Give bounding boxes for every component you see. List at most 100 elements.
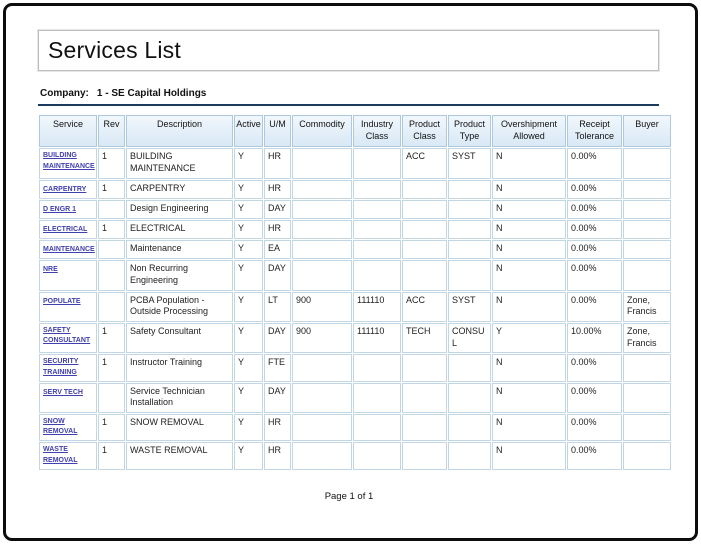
cell-product_type bbox=[448, 383, 491, 413]
service-link[interactable]: SNOW REMOVAL bbox=[43, 417, 93, 437]
report-page: Services List Company:1 - SE Capital Hol… bbox=[0, 0, 701, 544]
cell-service: BUILDING MAINTENANCE bbox=[39, 148, 97, 178]
cell-industry_class bbox=[353, 383, 401, 413]
cell-service: MAINTENANCE bbox=[39, 240, 97, 259]
report-title-box: Services List bbox=[38, 30, 659, 71]
cell-service: CARPENTRY bbox=[39, 180, 97, 199]
service-link[interactable]: WASTE REMOVAL bbox=[43, 445, 93, 465]
cell-product_class bbox=[402, 354, 447, 381]
service-link[interactable]: NRE bbox=[43, 265, 58, 275]
service-link[interactable]: SERV TECH bbox=[43, 388, 83, 398]
cell-active: Y bbox=[234, 354, 263, 381]
column-header-industry_class: Industry Class bbox=[353, 115, 401, 147]
cell-rev: 1 bbox=[98, 414, 125, 441]
cell-product_type bbox=[448, 414, 491, 441]
cell-service: NRE bbox=[39, 260, 97, 290]
table-row: MAINTENANCEMaintenanceYEAN0.00% bbox=[39, 240, 671, 259]
table-row: CARPENTRY1CARPENTRYYHRN0.00% bbox=[39, 180, 671, 199]
cell-receipt_tolerance: 0.00% bbox=[567, 383, 622, 413]
cell-product_class bbox=[402, 442, 447, 469]
cell-description: WASTE REMOVAL bbox=[126, 442, 233, 469]
service-link[interactable]: SAFETY CONSULTANT bbox=[43, 326, 93, 346]
cell-product_class: ACC bbox=[402, 292, 447, 322]
cell-product_class bbox=[402, 220, 447, 239]
service-link[interactable]: POPULATE bbox=[43, 297, 81, 307]
cell-product_class: ACC bbox=[402, 148, 447, 178]
table-row: WASTE REMOVAL1WASTE REMOVALYHRN0.00% bbox=[39, 442, 671, 469]
cell-product_type: SYST bbox=[448, 148, 491, 178]
cell-commodity bbox=[292, 200, 352, 219]
cell-rev bbox=[98, 292, 125, 322]
company-value: 1 - SE Capital Holdings bbox=[97, 88, 206, 99]
cell-product_type bbox=[448, 240, 491, 259]
cell-description: Safety Consultant bbox=[126, 323, 233, 353]
cell-commodity bbox=[292, 383, 352, 413]
service-link[interactable]: SECURITY TRAINING bbox=[43, 357, 93, 377]
cell-product_type bbox=[448, 354, 491, 381]
cell-description: Service Technician Installation bbox=[126, 383, 233, 413]
cell-buyer bbox=[623, 240, 671, 259]
cell-commodity bbox=[292, 442, 352, 469]
cell-product_class: TECH bbox=[402, 323, 447, 353]
cell-active: Y bbox=[234, 148, 263, 178]
services-table: ServiceRevDescriptionActiveU/MCommodityI… bbox=[38, 114, 672, 471]
table-row: BUILDING MAINTENANCE1BUILDING MAINTENANC… bbox=[39, 148, 671, 178]
cell-rev: 1 bbox=[98, 220, 125, 239]
cell-product_type bbox=[448, 260, 491, 290]
cell-rev: 1 bbox=[98, 323, 125, 353]
cell-product_class bbox=[402, 383, 447, 413]
cell-service: WASTE REMOVAL bbox=[39, 442, 97, 469]
service-link[interactable]: BUILDING MAINTENANCE bbox=[43, 151, 95, 171]
cell-um: LT bbox=[264, 292, 291, 322]
page-footer: Page 1 of 1 bbox=[38, 491, 660, 502]
cell-overshipment_allowed: N bbox=[492, 148, 566, 178]
cell-product_type bbox=[448, 180, 491, 199]
cell-description: CARPENTRY bbox=[126, 180, 233, 199]
cell-overshipment_allowed: Y bbox=[492, 323, 566, 353]
cell-buyer bbox=[623, 383, 671, 413]
cell-buyer: Zone, Francis bbox=[623, 323, 671, 353]
cell-service: POPULATE bbox=[39, 292, 97, 322]
cell-product_class bbox=[402, 414, 447, 441]
cell-description: Maintenance bbox=[126, 240, 233, 259]
cell-buyer bbox=[623, 180, 671, 199]
cell-buyer bbox=[623, 148, 671, 178]
cell-product_class bbox=[402, 240, 447, 259]
service-link[interactable]: D ENGR 1 bbox=[43, 205, 76, 215]
cell-receipt_tolerance: 0.00% bbox=[567, 442, 622, 469]
cell-um: DAY bbox=[264, 323, 291, 353]
table-row: SNOW REMOVAL1SNOW REMOVALYHRN0.00% bbox=[39, 414, 671, 441]
cell-receipt_tolerance: 0.00% bbox=[567, 200, 622, 219]
cell-service: SERV TECH bbox=[39, 383, 97, 413]
cell-rev bbox=[98, 383, 125, 413]
cell-overshipment_allowed: N bbox=[492, 260, 566, 290]
cell-active: Y bbox=[234, 180, 263, 199]
column-header-product_type: Product Type bbox=[448, 115, 491, 147]
cell-commodity: 900 bbox=[292, 292, 352, 322]
service-link[interactable]: ELECTRICAL bbox=[43, 225, 87, 235]
page-title: Services List bbox=[39, 37, 181, 64]
cell-um: HR bbox=[264, 148, 291, 178]
service-link[interactable]: MAINTENANCE bbox=[43, 245, 95, 255]
table-row: D ENGR 1Design EngineeringYDAYN0.00% bbox=[39, 200, 671, 219]
cell-description: Instructor Training bbox=[126, 354, 233, 381]
cell-product_class bbox=[402, 260, 447, 290]
cell-product_type bbox=[448, 442, 491, 469]
cell-buyer bbox=[623, 200, 671, 219]
company-header: Company:1 - SE Capital Holdings bbox=[38, 88, 659, 106]
cell-description: Design Engineering bbox=[126, 200, 233, 219]
cell-industry_class bbox=[353, 260, 401, 290]
cell-industry_class bbox=[353, 220, 401, 239]
cell-active: Y bbox=[234, 292, 263, 322]
cell-um: DAY bbox=[264, 383, 291, 413]
cell-overshipment_allowed: N bbox=[492, 200, 566, 219]
cell-product_type bbox=[448, 220, 491, 239]
cell-um: DAY bbox=[264, 260, 291, 290]
cell-active: Y bbox=[234, 220, 263, 239]
service-link[interactable]: CARPENTRY bbox=[43, 185, 86, 195]
cell-active: Y bbox=[234, 200, 263, 219]
cell-service: SAFETY CONSULTANT bbox=[39, 323, 97, 353]
column-header-rev: Rev bbox=[98, 115, 125, 147]
column-header-active: Active bbox=[234, 115, 263, 147]
cell-rev: 1 bbox=[98, 148, 125, 178]
